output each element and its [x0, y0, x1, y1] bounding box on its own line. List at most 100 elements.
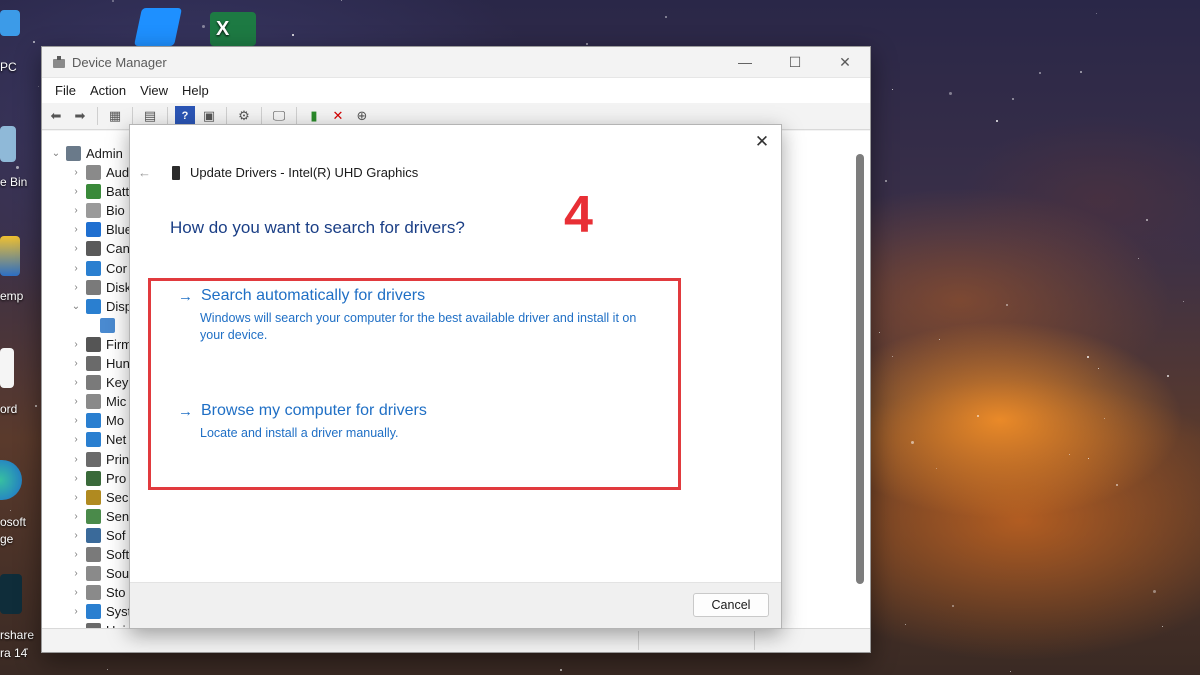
monitor-icon[interactable]: 🖵	[269, 106, 289, 126]
tree-item[interactable]: › Disk	[70, 278, 131, 297]
device-category-icon	[86, 604, 101, 620]
desktop-icon-wondershare[interactable]: rshare ra 14	[0, 572, 40, 672]
desktop-icon-roblox[interactable]	[130, 4, 183, 46]
tree-item[interactable]: › Firm	[70, 335, 132, 354]
chevron-right-icon: ›	[74, 186, 78, 198]
star	[1167, 374, 1170, 377]
tree-item[interactable]: › Soft	[70, 545, 129, 564]
menu-help[interactable]: Help	[175, 83, 216, 98]
star	[1152, 590, 1156, 594]
star	[1182, 300, 1184, 302]
vertical-scrollbar[interactable]	[856, 154, 864, 584]
star	[891, 88, 893, 90]
tree-item[interactable]: › Mic	[70, 392, 126, 411]
tree-item[interactable]: › Pro	[70, 469, 126, 488]
tree-item[interactable]: › Sto	[70, 583, 126, 602]
device-category-icon	[86, 336, 101, 352]
display-adapter-icon	[172, 165, 180, 180]
chevron-right-icon: ›	[74, 167, 78, 178]
maximize-button[interactable]: ☐	[770, 47, 820, 77]
desktop-label: emp	[0, 289, 24, 303]
desktop-icon-temp[interactable]: emp	[0, 232, 40, 312]
menu-file[interactable]: File	[48, 83, 83, 98]
chevron-right-icon: ›	[74, 529, 78, 541]
chevron-down-icon: ⌄	[71, 300, 81, 312]
tree-item[interactable]: › Prin	[70, 450, 129, 469]
update-driver-icon[interactable]: ▮	[304, 106, 324, 126]
tree-item[interactable]: › Hun	[70, 354, 130, 373]
minimize-button[interactable]: —	[720, 47, 770, 77]
tree-item[interactable]: › Net	[70, 430, 126, 449]
close-icon[interactable]: ✕	[753, 133, 771, 151]
scan-hardware-icon[interactable]: ⚙	[234, 106, 254, 126]
status-bar	[42, 628, 870, 652]
tree-item[interactable]: › Mo	[70, 411, 124, 430]
device-category-icon	[86, 527, 101, 543]
excel-icon: X	[210, 12, 256, 46]
star	[904, 624, 906, 626]
tree-item[interactable]: › Sof	[70, 526, 126, 545]
uninstall-icon[interactable]: ✕	[328, 106, 348, 126]
close-button[interactable]: ✕	[820, 47, 870, 77]
desktop-label: ra 14	[0, 646, 28, 660]
tree-item[interactable]: › Sen	[70, 507, 129, 526]
tree-item[interactable]: › Sec	[70, 488, 128, 507]
tree-item[interactable]: ⌄ Disp	[70, 297, 132, 316]
device-category-icon	[86, 279, 101, 295]
tree-item[interactable]: › Bio	[70, 201, 125, 220]
device-category-icon	[86, 432, 101, 448]
desktop-icon-excel[interactable]: X	[210, 10, 258, 46]
edge-icon	[0, 460, 22, 500]
desktop-icon-recycle-bin[interactable]: e Bin	[0, 118, 40, 198]
step-number: 4	[564, 186, 593, 244]
tree-item[interactable]	[96, 316, 120, 335]
desktop-icon-edge[interactable]: osoft ge	[0, 458, 40, 558]
chevron-right-icon: ›	[74, 415, 78, 427]
toolbar-separator	[132, 107, 133, 125]
option-title: Search automatically for drivers	[201, 287, 426, 304]
tree-item[interactable]: › Can	[70, 239, 130, 258]
help-icon[interactable]: ?	[175, 106, 195, 126]
tree-label: Mo	[106, 413, 125, 429]
tree-label: Sof	[106, 527, 126, 543]
star	[340, 0, 342, 2]
tree-item[interactable]: › Aud	[70, 163, 129, 182]
tree-item[interactable]: › Batt	[70, 182, 129, 201]
device-manager-icon	[52, 55, 66, 69]
device-category-icon	[86, 508, 101, 524]
desktop-icon-this-pc[interactable]: PC	[0, 0, 40, 80]
tree-item[interactable]: › Cor	[70, 259, 127, 278]
tree-root[interactable]: ⌄ Admin	[50, 144, 123, 163]
star	[891, 355, 893, 357]
desktop-icon-word[interactable]: ord	[0, 346, 40, 426]
dialog-footer: Cancel	[130, 582, 781, 628]
option-description: Windows will search your computer for th…	[200, 311, 637, 342]
tree-item[interactable]: › Sou	[70, 564, 129, 583]
back-arrow-icon[interactable]: ←	[138, 165, 151, 180]
properties-icon[interactable]: ▤	[140, 106, 160, 126]
tree-item[interactable]: › Key	[70, 373, 128, 392]
title-bar[interactable]: Device Manager — ☐ ✕	[42, 47, 870, 77]
search-automatically-option[interactable]: → Search automatically for drivers Windo…	[178, 287, 648, 344]
star	[951, 604, 954, 607]
cancel-button[interactable]: Cancel	[693, 593, 769, 617]
star	[292, 34, 295, 37]
device-category-icon	[86, 260, 101, 276]
show-hide-tree-icon[interactable]: ▦	[105, 106, 125, 126]
browse-computer-option[interactable]: → Browse my computer for drivers Locate …	[178, 402, 648, 442]
download-icon[interactable]: ⊕	[352, 106, 372, 126]
menu-view[interactable]: View	[133, 83, 175, 98]
back-arrow-icon[interactable]: ⬅	[46, 106, 66, 126]
tree-item[interactable]: › Blue	[70, 220, 132, 239]
dialog-header-text: Update Drivers - Intel(R) UHD Graphics	[190, 165, 419, 180]
star	[1009, 671, 1011, 673]
star	[1006, 304, 1009, 307]
forward-arrow-icon[interactable]: ➡	[70, 106, 90, 126]
tree-label: Sen	[106, 508, 130, 524]
menu-action[interactable]: Action	[83, 83, 133, 98]
chevron-right-icon: ›	[74, 358, 78, 369]
tree-item[interactable]: › Syst	[70, 602, 131, 621]
device-category-icon	[86, 222, 101, 238]
star	[1080, 70, 1083, 73]
view-icon[interactable]: ▣	[199, 106, 219, 126]
